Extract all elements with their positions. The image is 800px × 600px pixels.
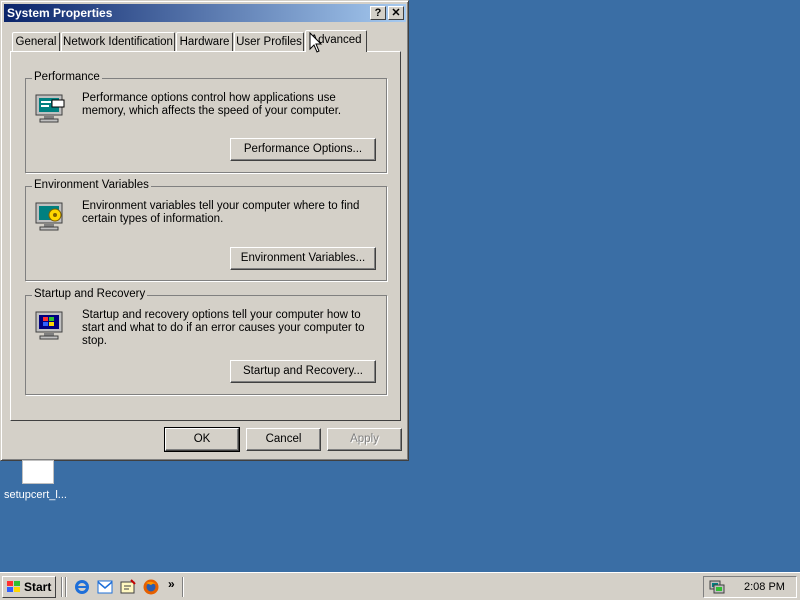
performance-group: Performance Performance options control … [25,71,387,173]
taskbar-separator [65,577,67,597]
tab-hardware[interactable]: Hardware [176,32,233,52]
file-icon [22,460,54,484]
startup-monitor-icon [35,311,63,340]
startup-recovery-button[interactable]: Startup and Recovery... [230,360,376,383]
internet-explorer-icon[interactable] [73,578,91,596]
title-bar[interactable]: System Properties ? ✕ [4,4,406,22]
windows-logo-icon [7,581,20,592]
system-tray: 2:08 PM [703,576,797,598]
outlook-express-icon[interactable] [96,578,114,596]
show-desktop-icon[interactable] [119,578,137,596]
firefox-icon[interactable] [142,578,160,596]
start-label: Start [24,580,52,594]
performance-monitor-icon [35,94,65,123]
startup-recovery-group-title: Startup and Recovery [32,288,148,300]
ok-button[interactable]: OK [164,427,240,452]
start-button[interactable]: Start [2,576,56,598]
environment-variables-description: Environment variables tell your computer… [82,200,360,225]
apply-label: Apply [350,433,379,445]
system-properties-window: System Properties ? ✕ General Network Id… [0,0,409,461]
taskbar-separator [182,577,184,597]
quick-launch-chevron[interactable]: » [168,577,175,591]
startup-recovery-description: Startup and recovery options tell your c… [82,309,365,347]
close-button[interactable]: ✕ [388,6,404,20]
environment-monitor-icon [35,202,63,231]
environment-variables-button[interactable]: Environment Variables... [230,247,376,270]
performance-description: Performance options control how applicat… [82,92,342,117]
apply-button[interactable]: Apply [327,428,402,451]
tab-user-profiles[interactable]: User Profiles [234,32,304,52]
window-title: System Properties [7,6,113,20]
environment-variables-group: Environment Variables Environment variab… [25,179,387,281]
clock[interactable]: 2:08 PM [744,581,785,593]
network-connection-icon[interactable] [708,579,726,595]
performance-options-button[interactable]: Performance Options... [230,138,376,161]
startup-recovery-group: Startup and Recovery Startup and recover… [25,288,387,395]
help-button[interactable]: ? [370,6,386,20]
tab-network-identification[interactable]: Network Identification [61,32,175,52]
performance-group-title: Performance [32,71,102,83]
taskbar: Start » 2:08 PM [0,572,800,600]
desktop-icon-setupcert[interactable]: setupcert_l... [4,460,74,510]
taskbar-separator [61,577,63,597]
desktop-icon-label: setupcert_l... [4,489,67,501]
advanced-tab-panel: Performance Performance options control … [10,51,401,421]
mouse-cursor-icon [309,32,323,53]
cancel-button[interactable]: Cancel [246,428,321,451]
environment-variables-group-title: Environment Variables [32,179,151,191]
tab-general[interactable]: General [12,32,60,52]
